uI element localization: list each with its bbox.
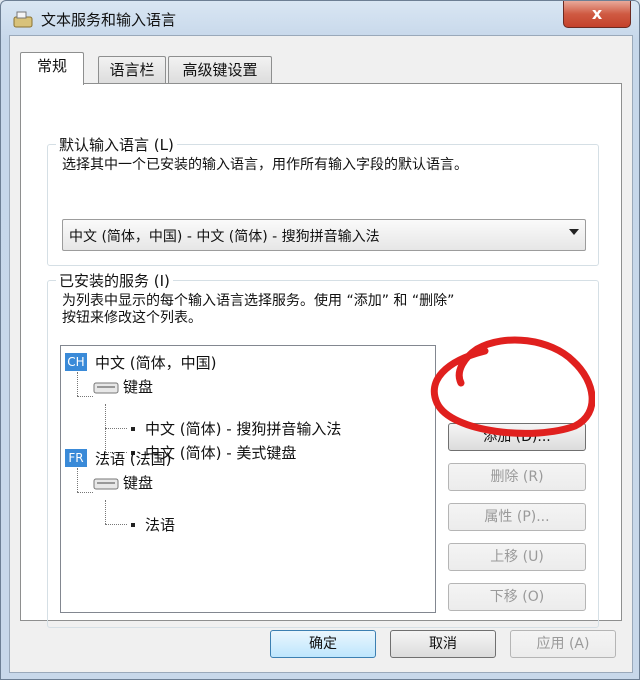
tree-service-label: 法语: [145, 516, 176, 534]
default-language-value: 中文 (简体，中国) - 中文 (简体) - 搜狗拼音输入法: [69, 229, 380, 245]
default-language-select[interactable]: 中文 (简体，中国) - 中文 (简体) - 搜狗拼音输入法: [62, 219, 586, 251]
tree-language-label: 中文 (简体，中国): [95, 354, 217, 372]
cancel-button[interactable]: 取消: [390, 630, 496, 658]
keyboard-icon: [93, 380, 119, 394]
installed-services-group: 已安装的服务 (I) 为列表中显示的每个输入语言选择服务。使用 “添加” 和 “…: [47, 270, 599, 628]
window-title: 文本服务和输入语言: [41, 11, 177, 29]
tree-group-label: 键盘: [123, 378, 154, 396]
move-up-button[interactable]: 上移 (U): [448, 543, 586, 571]
remove-button[interactable]: 删除 (R): [448, 463, 586, 491]
tree-group-label: 键盘: [123, 474, 154, 492]
chevron-down-icon: [569, 229, 579, 235]
add-button[interactable]: 添加 (D)...: [448, 423, 586, 451]
app-icon: [13, 10, 33, 28]
default-language-title: 默认输入语言 (L): [56, 134, 177, 155]
installed-services-desc-2: 按钮来修改这个列表。: [62, 310, 202, 326]
tab-advanced-keys[interactable]: 高级键设置: [168, 56, 272, 84]
installed-services-desc-1: 为列表中显示的每个输入语言选择服务。使用 “添加” 和 “删除”: [62, 293, 455, 309]
title-bar[interactable]: 文本服务和输入语言 x: [1, 1, 639, 35]
close-button[interactable]: x: [563, 1, 631, 28]
tab-panel-general: 默认输入语言 (L) 选择其中一个已安装的输入语言，用作所有输入字段的默认语言。…: [20, 83, 622, 628]
move-down-button[interactable]: 下移 (O): [448, 583, 586, 611]
services-tree[interactable]: CH 中文 (简体，中国) 键盘 中文 (简体) - 搜狗拼音输入法 中文 (简…: [60, 345, 436, 613]
close-icon: x: [591, 4, 603, 23]
installed-services-title: 已安装的服务 (I): [56, 270, 173, 291]
lang-badge-icon: FR: [65, 449, 87, 467]
default-language-description: 选择其中一个已安装的输入语言，用作所有输入字段的默认语言。: [62, 157, 468, 173]
tab-language-bar[interactable]: 语言栏: [98, 56, 166, 84]
lang-badge-icon: CH: [65, 353, 87, 371]
keyboard-icon: [93, 476, 119, 490]
tree-language-label: 法语 (法国): [95, 450, 172, 468]
properties-button[interactable]: 属性 (P)...: [448, 503, 586, 531]
dialog-window: 文本服务和输入语言 x 常规 语言栏 高级键设置 默认输入语言 (L) 选择其中…: [0, 0, 640, 680]
ok-button[interactable]: 确定: [270, 630, 376, 658]
tab-general[interactable]: 常规: [20, 52, 84, 85]
dialog-client: 常规 语言栏 高级键设置 默认输入语言 (L) 选择其中一个已安装的输入语言，用…: [9, 35, 633, 673]
tree-service-label: 中文 (简体) - 搜狗拼音输入法: [145, 420, 342, 438]
apply-button[interactable]: 应用 (A): [510, 630, 616, 658]
default-language-group: 默认输入语言 (L) 选择其中一个已安装的输入语言，用作所有输入字段的默认语言。…: [47, 134, 599, 266]
